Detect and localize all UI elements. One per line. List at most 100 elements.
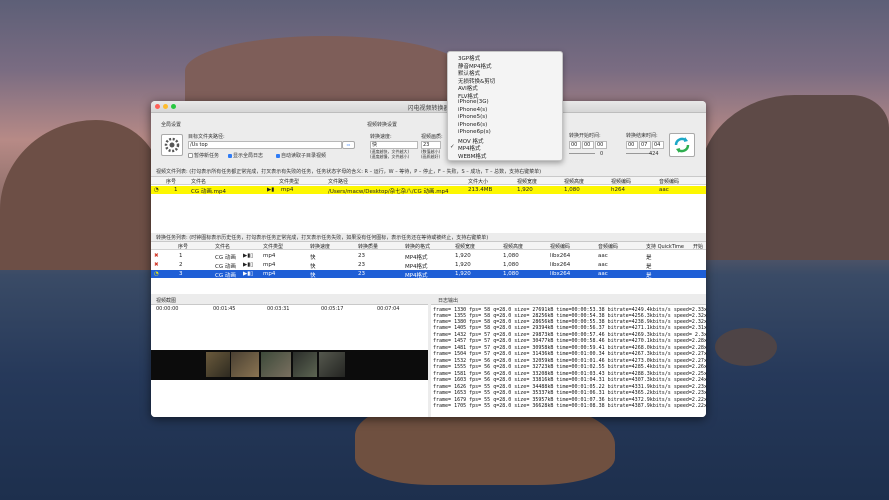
checkbox-icon (188, 153, 193, 158)
cell: 1 (174, 187, 178, 193)
settings-gear-button[interactable] (161, 134, 183, 156)
col-width: 视频宽度 (517, 179, 538, 185)
cell: aac (598, 271, 608, 277)
play-icon[interactable]: ▶▮▯ (243, 262, 253, 268)
log-line: frame= 1705 fps= 55 q=28.0 size= 36628kB… (433, 403, 707, 409)
cell: 1,080 (503, 262, 519, 268)
col-speed: 转换速度 (310, 244, 331, 250)
thumbnail[interactable] (319, 352, 345, 377)
end-hour-field[interactable]: 00 (626, 141, 638, 149)
window-title: 闪电视频转换器 (407, 105, 450, 112)
cell: mp4 (263, 253, 276, 259)
browse-folder-button[interactable]: ▭ (342, 141, 355, 149)
start-time-slider[interactable] (569, 153, 595, 154)
timestamp: 00:07:04 (377, 306, 400, 312)
task-list-header: 序号 文件名 文件类型 转换速度 转换质量 转换的格式 视频宽度 视频高度 视频… (151, 242, 706, 250)
play-icon[interactable]: ▶▮▯ (243, 253, 253, 259)
show-global-log-label: 显示全局日志 (233, 153, 264, 159)
cell: libx264 (550, 262, 571, 268)
col-vcodec: 视频编码 (611, 179, 632, 185)
col-filename: 文件名 (215, 244, 231, 250)
cell: /Users/macw/Desktop/杂七杂八/CG 动画.mp4 (328, 189, 449, 195)
cell: CG 动画 (215, 273, 236, 279)
cell: aac (659, 187, 669, 193)
quality-stepper[interactable]: 23 (421, 141, 441, 149)
title-bar[interactable]: 闪电视频转换器 (151, 101, 706, 113)
speed-label: 转换速度: (370, 134, 392, 140)
col-height: 视频高度 (503, 244, 524, 250)
preview-label: 视频截图 (156, 298, 177, 304)
menu-item-iphone6p[interactable]: iPhone6p(s) (458, 129, 491, 135)
start-time-extra: 0 (600, 151, 604, 157)
convert-refresh-button[interactable] (669, 133, 695, 157)
cell: aac (598, 262, 608, 268)
thumbnail-strip[interactable] (151, 350, 428, 380)
col-filesize: 文件大小 (468, 179, 489, 185)
global-settings-label: 全局设置 (161, 122, 182, 128)
refresh-icon (674, 137, 690, 153)
thumbnail[interactable] (231, 352, 259, 377)
show-global-log-checkbox[interactable]: 显示全局日志 (228, 152, 263, 159)
cell: 1,080 (503, 253, 519, 259)
cell: 快 (310, 273, 316, 279)
end-time-label: 转换结束时间: (626, 133, 658, 139)
file-list-table[interactable]: 序号 文件名 文件类型 文件路径 文件大小 视频宽度 视频高度 视频编码 音频编… (151, 176, 706, 233)
cell: 1,080 (564, 187, 580, 193)
cell: aac (598, 253, 608, 259)
auto-read-dir-checkbox[interactable]: 自动读取子目录视频 (276, 152, 326, 159)
col-filepath: 文件路径 (328, 179, 349, 185)
task-list-table[interactable]: 序号 文件名 文件类型 转换速度 转换质量 转换的格式 视频宽度 视频高度 视频… (151, 241, 706, 294)
cell: h264 (611, 187, 625, 193)
play-icon[interactable]: ▶▮ (267, 187, 274, 193)
end-time-extra: 424 (649, 151, 659, 157)
log-line: frame= 1504 fps= 57 q=28.0 size= 31436kB… (433, 351, 707, 357)
start-hour-field[interactable]: 00 (569, 141, 581, 149)
menu-item-iphone5[interactable]: iPhone5(s) (458, 114, 487, 120)
end-second-field[interactable]: 04 (652, 141, 664, 149)
end-minute-field[interactable]: 07 (639, 141, 651, 149)
checkbox-icon (228, 153, 232, 158)
timestamp: 00:00:00 (156, 306, 179, 312)
file-row[interactable]: ◔ 1 CG 动画.mp4 ▶▮ mp4 /Users/macw/Desktop… (151, 186, 706, 195)
thumbnail[interactable] (206, 352, 230, 377)
target-folder-field[interactable]: /Us top (188, 141, 342, 149)
menu-item-iphone6[interactable]: iPhone6(s) (458, 122, 487, 128)
menu-item-iphone3g[interactable]: iPhone(3G) (458, 99, 489, 105)
task-row[interactable]: ✖ 1 CG 动画 ▶▮▯ mp4 快 23 MP4格式 1,920 1,080… (151, 252, 706, 261)
cell: MP4格式 (405, 255, 428, 261)
cell: 是 (646, 273, 652, 279)
log-line: frame= 1555 fps= 56 q=28.0 size= 32723kB… (433, 364, 707, 370)
cell: mp4 (263, 262, 276, 268)
cell: mp4 (281, 187, 294, 193)
cell: MP4格式 (405, 264, 428, 270)
format-dropdown-menu[interactable]: 3GP格式 静音MP4格式 默认格式 无损转换&剪切 AVI格式 FLV格式 i… (447, 51, 563, 161)
cell: 23 (358, 253, 365, 259)
col-filetype: 文件类型 (279, 179, 300, 185)
col-quality: 转换质量 (358, 244, 379, 250)
cell: CG 动画.mp4 (191, 189, 226, 195)
play-icon[interactable]: ▶▮▯ (243, 271, 253, 277)
menu-item-webm[interactable]: WEBM格式 (458, 152, 486, 160)
menu-item-iphone4[interactable]: iPhone4(s) (458, 107, 487, 113)
cell: 是 (646, 264, 652, 270)
task-row[interactable]: ✖ 2 CG 动画 ▶▮▯ mp4 快 23 MP4格式 1,920 1,080… (151, 261, 706, 270)
col-format: 转换的格式 (405, 244, 431, 250)
gear-icon (164, 137, 180, 153)
start-minute-field[interactable]: 00 (582, 141, 594, 149)
thumbnail[interactable] (293, 352, 317, 377)
task-row-selected[interactable]: ◔ 3 CG 动画 ▶▮▯ mp4 快 23 MP4格式 1,920 1,080… (151, 270, 706, 279)
speed-select[interactable]: 快 (370, 141, 418, 149)
cell: 是 (646, 255, 652, 261)
start-second-field[interactable]: 00 (595, 141, 607, 149)
thumbnail[interactable] (261, 352, 291, 377)
speed-hint: (速度越快，文件越大) (速度越慢，文件越小) (370, 149, 410, 159)
pause-new-tasks-checkbox[interactable]: 暂停新任务 (188, 152, 219, 159)
cell: libx264 (550, 271, 571, 277)
col-acodec: 音频编码 (659, 179, 680, 185)
cell: 1,920 (455, 271, 471, 277)
timestamp: 00:03:31 (267, 306, 290, 312)
cell: 3 (179, 271, 183, 277)
cell: 1,920 (455, 262, 471, 268)
col-vcodec: 视频编码 (550, 244, 571, 250)
col-quicktime: 支持 QuickTime (646, 244, 684, 250)
